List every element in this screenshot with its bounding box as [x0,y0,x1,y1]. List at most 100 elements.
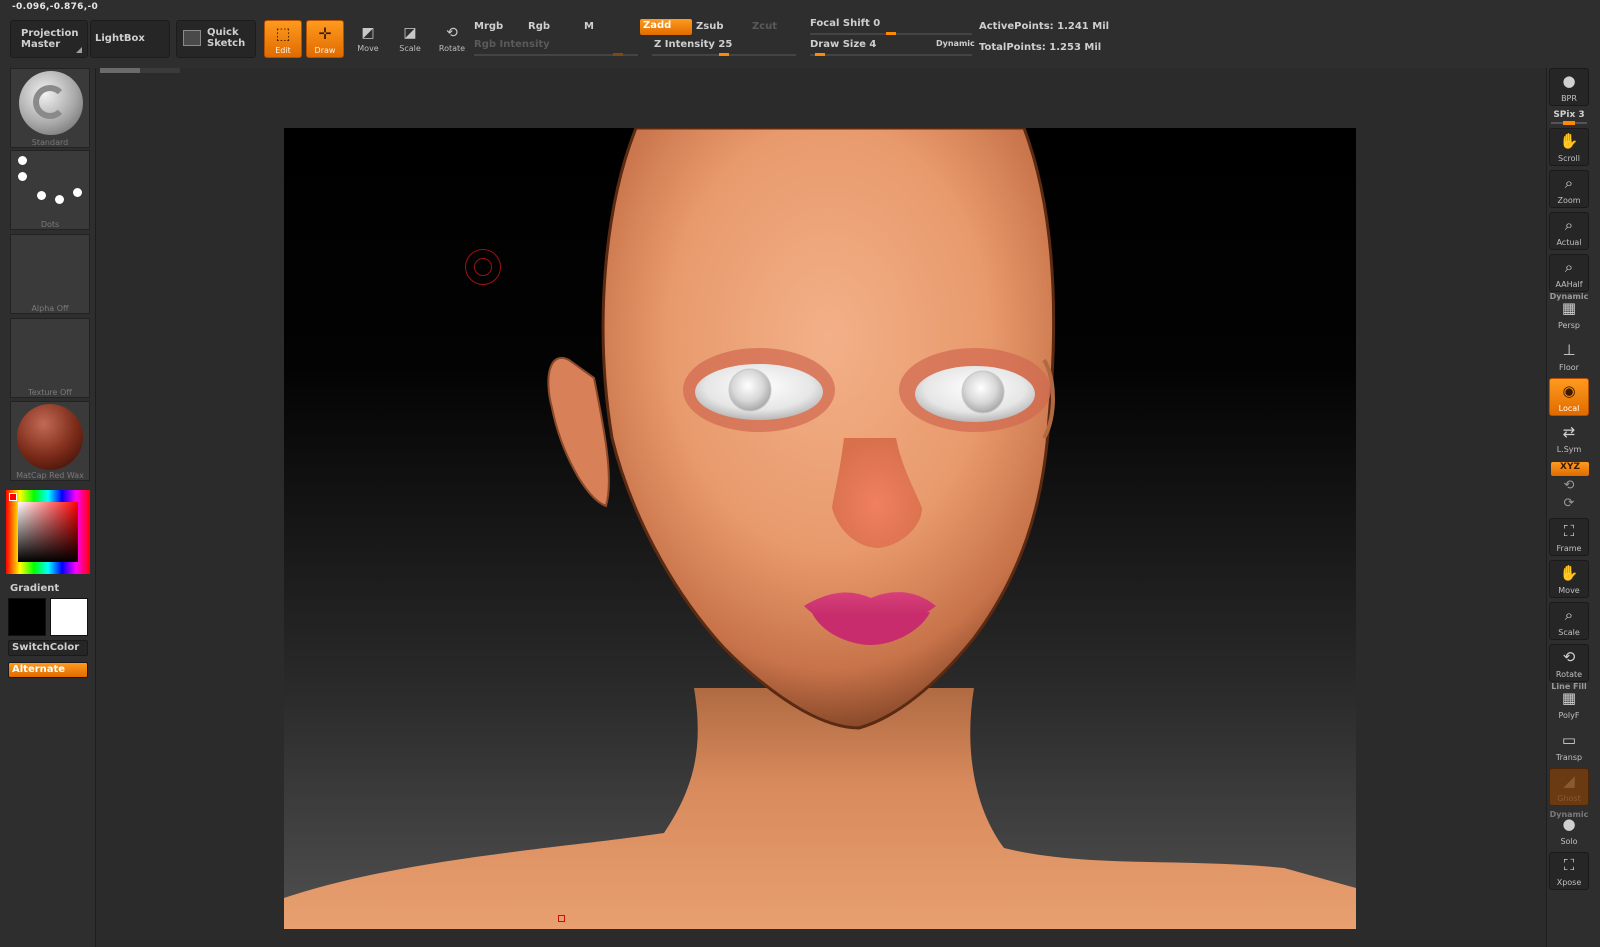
quick-sketch-button[interactable]: Quick Sketch [176,20,256,58]
move-view-button[interactable]: ✋ Move [1549,560,1589,598]
dynamic-toggle[interactable]: Dynamic [936,39,975,48]
alternate-button[interactable]: Alternate [8,662,88,678]
material-thumbnail[interactable]: MatCap Red Wax [10,401,90,481]
color-picker-square[interactable] [18,502,78,562]
aahalf-button[interactable]: ⌕ AAHalf [1549,254,1589,292]
persp-button[interactable]: ▦ Persp [1549,296,1589,334]
scale-view-label: Scale [1558,628,1580,637]
lightbox-button[interactable]: LightBox [90,20,170,58]
rotate-icon: ⟲ [1562,648,1576,666]
progress-fill [100,68,140,73]
scroll-button[interactable]: ✋ Scroll [1549,128,1589,166]
rotate-view-label: Rotate [1555,670,1583,679]
secondary-color-swatch[interactable] [50,598,88,636]
magnifier-icon: ⌕ [1564,258,1574,276]
rotate-tool-button[interactable]: ⟲ Rotate [434,22,470,58]
actual-button[interactable]: ⌕ Actual [1549,212,1589,250]
scale-tool-button[interactable]: ◪ Scale [392,22,428,58]
rotate-view-button[interactable]: ⟲ Rotate [1549,644,1589,682]
z-intensity-label: Z Intensity 25 [654,39,733,50]
stroke-dot-icon [18,156,27,165]
quick-sketch-label-2: Sketch [207,38,246,49]
draw-button[interactable]: ✛ Draw [306,20,344,58]
scale-view-button[interactable]: ⌕ Scale [1549,602,1589,640]
right-iris [961,370,1005,414]
polyf-button[interactable]: ▦ PolyF [1549,686,1589,724]
rgb-button[interactable]: Rgb [528,21,550,32]
move-tool-button[interactable]: ◩ Move [350,22,386,58]
ghost-label: Ghost [1557,794,1581,803]
xpose-icon: ⛶ [1563,856,1575,874]
bpr-button[interactable]: ● BPR [1549,68,1589,106]
rotate-icon: ⟲ [446,25,458,41]
z-intensity-knob[interactable] [719,53,729,56]
brush-cursor [465,249,501,285]
rotate-label: Rotate [438,44,466,53]
texture-label: Texture Off [28,388,72,397]
bpr-label: BPR [1561,94,1577,103]
stroke-thumbnail[interactable]: Dots [10,150,90,230]
main-color-swatch[interactable] [8,598,46,636]
zadd-button[interactable]: Zadd [640,19,692,35]
magnifier-icon: ⌕ [1564,174,1574,192]
xpose-button[interactable]: ⛶ Xpose [1549,852,1589,890]
move-icon: ◩ [361,25,375,41]
draw-size-slider[interactable] [810,53,972,56]
local-button[interactable]: ◉ Local [1549,378,1589,416]
zsub-button[interactable]: Zsub [696,21,723,32]
brush-thumbnail[interactable]: Standard [10,68,90,148]
stroke-dot-icon [73,188,82,197]
active-points-readout: ActivePoints: 1.241 Mil [979,21,1110,32]
brush-swirl-icon [33,85,67,119]
stroke-label: Dots [40,220,60,229]
floor-button[interactable]: ⊥ Floor [1549,338,1589,376]
transp-button[interactable]: ▭ Transp [1549,728,1589,766]
m-button[interactable]: M [584,21,594,32]
focal-shift-slider[interactable] [810,32,972,35]
lsym-button[interactable]: ⇄ L.Sym [1549,420,1589,458]
zcut-button[interactable]: Zcut [752,21,777,32]
solo-icon: ● [1562,815,1576,833]
texture-thumbnail[interactable]: Texture Off [10,318,90,398]
3d-viewport[interactable] [284,128,1356,929]
switch-color-button[interactable]: SwitchColor [8,640,88,656]
rgb-intensity-knob[interactable] [613,53,623,56]
spix-label: SPix 3 [1553,110,1585,120]
brush-label: Standard [31,138,69,147]
solo-button[interactable]: ● Solo [1549,812,1589,850]
ghost-button[interactable]: ◢ Ghost [1549,768,1589,806]
frame-button[interactable]: ⛶ Frame [1549,518,1589,556]
spix-knob[interactable] [1563,121,1575,125]
head-model[interactable] [284,128,1356,929]
alpha-label: Alpha Off [31,304,69,313]
spix-slider[interactable] [1551,121,1587,125]
z-intensity-slider[interactable] [652,53,796,56]
alpha-thumbnail[interactable]: Alpha Off [10,234,90,314]
hand-icon: ✋ [1559,564,1579,582]
persp-label: Persp [1558,321,1580,330]
xyz-button[interactable]: XYZ [1551,462,1589,476]
projection-master-button[interactable]: Projection Master [10,20,88,58]
symmetry-arrows-icon: ⇄ [1562,423,1576,441]
focal-shift-knob[interactable] [886,32,896,35]
polyf-label: PolyF [1558,711,1580,720]
draw-size-knob[interactable] [815,53,825,56]
mrgb-button[interactable]: Mrgb [474,21,503,32]
transp-label: Transp [1555,753,1583,762]
rotate-y-icon[interactable]: ⟲ [1549,478,1589,493]
gradient-label[interactable]: Gradient [10,583,59,594]
top-toolbar: -0.096,-0.876,-0 Projection Master Light… [0,0,1600,68]
local-icon: ◉ [1562,382,1576,400]
draw-size-label: Draw Size 4 [810,39,877,50]
focal-shift-label: Focal Shift 0 [810,18,881,29]
sketch-icon [183,30,201,46]
magnifier-icon: ⌕ [1564,216,1574,234]
draw-label: Draw [314,46,336,55]
total-points-readout: TotalPoints: 1.253 Mil [979,42,1102,53]
rotate-z-icon[interactable]: ⟳ [1549,496,1589,511]
edit-button[interactable]: ⬚ Edit [264,20,302,58]
brush-cursor-inner [474,258,492,276]
rgb-intensity-slider[interactable] [474,53,638,56]
zoom-button[interactable]: ⌕ Zoom [1549,170,1589,208]
color-picker[interactable] [6,490,90,574]
